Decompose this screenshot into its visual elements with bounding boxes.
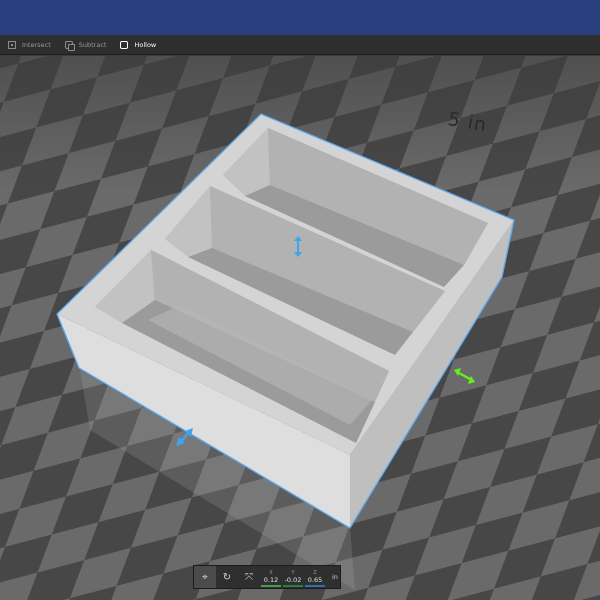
coord-y-value: -0.02 bbox=[284, 575, 302, 584]
snap-button[interactable]: ⌖ bbox=[194, 566, 216, 588]
subtract-tool[interactable]: Subtract bbox=[64, 40, 107, 51]
coord-y-bar bbox=[283, 585, 303, 587]
hollow-tool[interactable]: Hollow bbox=[120, 40, 157, 49]
subtract-icon bbox=[64, 40, 75, 51]
rotate-button[interactable]: ↻ bbox=[216, 566, 238, 588]
unit-label: in bbox=[332, 573, 338, 581]
subtract-label: Subtract bbox=[78, 40, 107, 49]
snap-icon: ⌖ bbox=[202, 571, 208, 583]
coord-x-bar bbox=[261, 585, 281, 587]
intersect-tool[interactable]: Intersect bbox=[8, 40, 51, 49]
hollow-label: Hollow bbox=[134, 40, 157, 49]
scale-button[interactable]: ⤧ bbox=[238, 566, 260, 588]
scale-icon: ⤧ bbox=[245, 571, 253, 583]
coord-z-bar bbox=[305, 585, 325, 587]
title-bar bbox=[0, 0, 600, 35]
intersect-label: Intersect bbox=[22, 40, 51, 49]
transform-bar: ⌖ ↻ ⤧ X 0.12 Y -0.02 Z 0.65 in bbox=[193, 565, 341, 589]
coord-y[interactable]: Y -0.02 bbox=[282, 566, 304, 588]
boolean-toolbar: Intersect Subtract Hollow bbox=[0, 35, 600, 55]
coord-x[interactable]: X 0.12 bbox=[260, 566, 282, 588]
rotate-icon: ↻ bbox=[222, 571, 232, 583]
coord-z[interactable]: Z 0.65 bbox=[304, 566, 326, 588]
coord-z-value: 0.65 bbox=[307, 575, 323, 584]
3d-viewport[interactable] bbox=[0, 56, 600, 600]
coord-x-value: 0.12 bbox=[263, 575, 279, 584]
hollow-icon bbox=[120, 40, 129, 49]
intersect-icon bbox=[8, 40, 16, 49]
